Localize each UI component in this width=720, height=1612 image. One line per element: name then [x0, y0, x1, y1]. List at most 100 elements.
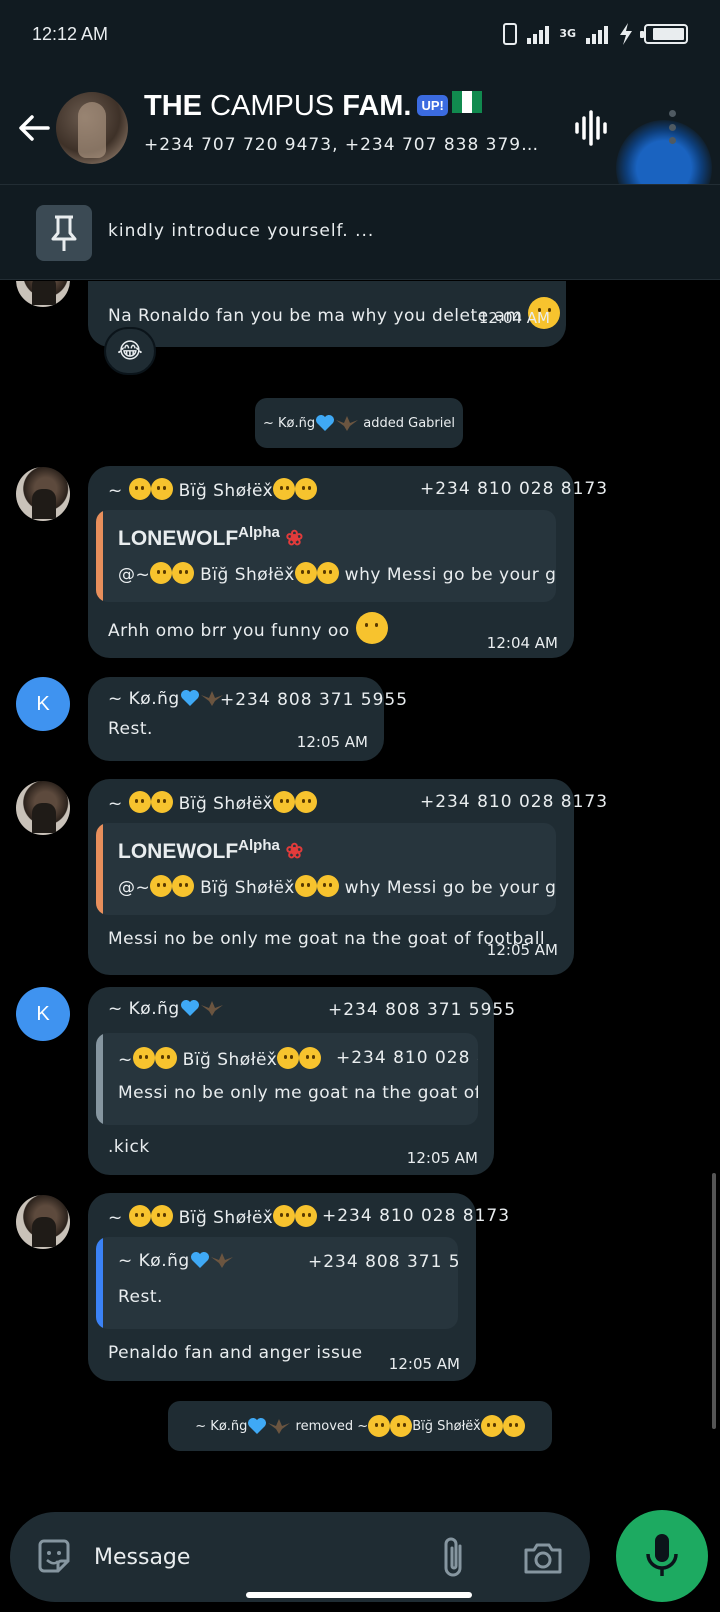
voice-chat-icon[interactable] [572, 108, 612, 148]
system-target: Bïğ Shøłëx̌ [412, 1418, 481, 1434]
scrollbar-thumb[interactable] [712, 1173, 716, 1429]
signal-icon-2 [586, 24, 608, 44]
group-members[interactable]: +234 707 720 9473, +234 707 838 3793, +2… [144, 135, 544, 155]
quote-author: ~ Kø.ñg [118, 1251, 234, 1271]
eagle-icon [336, 416, 359, 431]
status-bar: 12:12 AM 3G [0, 0, 720, 72]
sender-name[interactable]: ~ Kø.ñg [108, 689, 224, 709]
group-avatar[interactable] [56, 92, 128, 164]
sender-phone: +234 808 371 5955 [220, 690, 409, 710]
mic-button[interactable] [616, 1510, 708, 1602]
camera-icon[interactable] [522, 1540, 564, 1576]
quoted-message[interactable]: ~ Kø.ñg +234 808 371 5955 Rest. [96, 1237, 458, 1329]
reaction-emoji: 😂 [117, 338, 143, 364]
quote-bar [96, 823, 103, 915]
message-text: Arhh omo brr you funny oo [108, 612, 388, 644]
sender-avatar[interactable] [16, 1195, 70, 1249]
back-arrow-icon[interactable] [14, 108, 54, 148]
group-title-part3: FAM. [342, 90, 412, 122]
message-text: Messi no be only me goat na the goat of … [108, 929, 546, 949]
message-time: 12:04 AM [478, 309, 550, 327]
message-time: 12:05 AM [296, 733, 368, 751]
up-badge: UP! [417, 95, 448, 116]
eagle-icon [210, 1253, 233, 1268]
sender-name[interactable]: ~ Bïğ Shøłëx̌ [108, 478, 318, 501]
message-bubble[interactable]: ~ Kø.ñg +234 808 371 5955 Rest. 12:05 AM [88, 677, 407, 761]
pinned-message[interactable]: kindly introduce yourself. ... [0, 184, 720, 280]
group-title[interactable]: THE CAMPUS FAM. UP! [144, 90, 482, 123]
message-text: Rest. [108, 719, 153, 739]
eagle-icon [268, 1419, 291, 1434]
group-title-part1: THE [144, 90, 202, 122]
message-bubble[interactable]: ~ Bïğ Shøłëx̌ +234 810 028 8173 LONEWOLF… [88, 466, 607, 658]
sender-avatar[interactable] [16, 281, 70, 307]
vibrate-icon [503, 23, 518, 45]
sender-phone: +234 810 028 8173 [420, 792, 609, 812]
quote-phone: +234 808 371 5955 [308, 1252, 458, 1272]
sender-name[interactable]: ~ Bïğ Shøłëx̌ [108, 1205, 318, 1228]
pin-icon [36, 205, 92, 261]
chat-area[interactable]: Na Ronaldo fan you be ma why you delete … [0, 281, 720, 1501]
quote-bar [96, 1237, 103, 1329]
message-composer [10, 1512, 590, 1602]
quote-text: Messi no be only me goat na the goat of … [118, 1083, 478, 1103]
sender-name[interactable]: ~ Kø.ñg [108, 999, 224, 1019]
message-bubble[interactable]: ~ Kø.ñg +234 808 371 5955 ~ Bïğ Shøłëx̌ … [88, 987, 515, 1175]
message-time: 12:05 AM [486, 941, 558, 959]
nigeria-flag-icon [451, 91, 482, 113]
mic-icon [646, 1534, 678, 1576]
quoted-message[interactable]: LONEWOLFAlpha ❀ @~ Bïğ Shøłëx̌ why Messi… [96, 823, 556, 915]
quoted-message[interactable]: LONEWOLFAlpha ❀ @~ Bïğ Shøłëx̌ why Messi… [96, 510, 556, 602]
attach-icon[interactable] [438, 1534, 470, 1580]
message-bubble[interactable]: ~ Bïğ Shøłëx̌ +234 810 028 8173 LONEWOLF… [88, 779, 607, 975]
quote-bar [96, 1033, 103, 1125]
status-time: 12:12 AM [32, 24, 109, 44]
chat-header: THE CAMPUS FAM. UP! +234 707 720 9473, +2… [0, 72, 720, 216]
blue-heart-icon [190, 1252, 209, 1268]
message-time: 12:04 AM [486, 634, 558, 652]
sender-phone: +234 810 028 8173 [322, 1206, 511, 1226]
pinned-text: kindly introduce yourself. ... [108, 221, 375, 241]
system-message: ~ Kø.ñg added Gabriel [255, 398, 463, 448]
quote-author: ~ Bïğ Shøłëx̌ [118, 1047, 322, 1070]
quote-text: @~ Bïğ Shøłëx̌ why Messi go be your goat… [118, 562, 556, 585]
quoted-message[interactable]: ~ Bïğ Shøłëx̌ +234 810 028 8173 Messi no… [96, 1033, 478, 1125]
quote-author: LONEWOLFAlpha ❀ [118, 837, 304, 863]
sender-name[interactable]: ~ Bïğ Shøłëx̌ [108, 791, 318, 814]
quote-author: LONEWOLFAlpha ❀ [118, 524, 304, 550]
avatar-k[interactable]: K [16, 987, 70, 1041]
reaction-badge[interactable]: 😂 [104, 327, 156, 375]
sender-avatar[interactable] [16, 467, 70, 521]
sticker-icon[interactable] [34, 1537, 74, 1577]
eagle-icon [200, 1001, 223, 1016]
quote-text: @~ Bïğ Shøłëx̌ why Messi go be your goat… [118, 875, 556, 898]
battery-fill [653, 28, 684, 40]
signal-icon [527, 24, 550, 44]
system-actor: ~ Kø.ñg [263, 415, 316, 431]
network-type-label: 3G [559, 27, 576, 40]
sender-phone: +234 808 371 5955 [328, 1000, 517, 1020]
quote-bar [96, 510, 103, 602]
status-icons: 3G [503, 20, 688, 48]
message-bubble[interactable]: ~ Bïğ Shøłëx̌ +234 810 028 8173 ~ Kø.ñg … [88, 1193, 509, 1381]
avatar-k[interactable]: K [16, 677, 70, 731]
more-options-icon[interactable] [669, 110, 677, 144]
quote-phone: +234 810 028 8173 [336, 1048, 478, 1068]
blue-heart-icon [180, 690, 199, 706]
message-bubble[interactable]: Na Ronaldo fan you be ma why you delete … [88, 281, 566, 347]
system-actor: ~ Kø.ñg [195, 1418, 248, 1434]
message-time: 12:05 AM [406, 1149, 478, 1167]
message-text: .kick [108, 1137, 150, 1157]
message-text: Penaldo fan and anger issue [108, 1343, 363, 1363]
sender-avatar[interactable] [16, 781, 70, 835]
message-input[interactable] [94, 1537, 394, 1577]
quote-text: Rest. [118, 1287, 163, 1307]
charging-icon [620, 23, 632, 45]
blue-heart-icon [248, 1418, 267, 1434]
group-title-part2: CAMPUS [210, 90, 335, 122]
home-indicator[interactable] [246, 1592, 472, 1598]
battery-icon [640, 24, 688, 44]
laughing-emoji [355, 612, 388, 644]
system-message: ~ Kø.ñg removed ~ Bïğ Shøłëx̌ [168, 1401, 552, 1451]
blue-heart-icon [316, 415, 335, 431]
